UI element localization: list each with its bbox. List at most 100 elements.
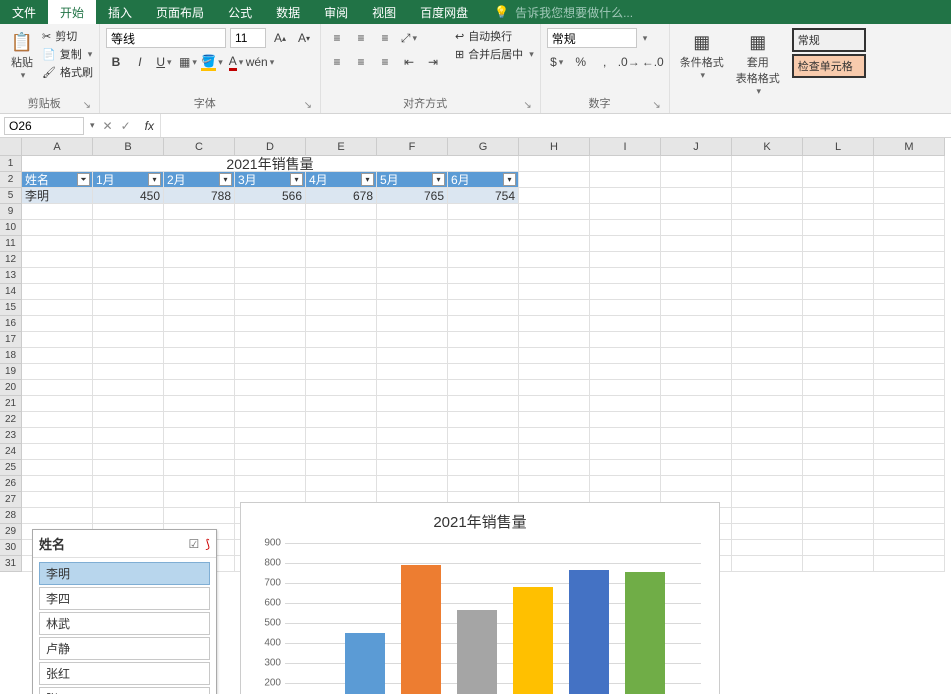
cell-A2[interactable]: 姓名⏷ — [22, 172, 93, 188]
cell-G24[interactable] — [448, 444, 519, 460]
cell-E18[interactable] — [306, 348, 377, 364]
cell-A23[interactable] — [22, 428, 93, 444]
cell-C9[interactable] — [164, 204, 235, 220]
cell-E11[interactable] — [306, 236, 377, 252]
cell-M23[interactable] — [874, 428, 945, 444]
cell-J1[interactable] — [661, 156, 732, 172]
cell-I13[interactable] — [590, 268, 661, 284]
align-middle-button[interactable]: ≡ — [351, 28, 371, 48]
cell-F20[interactable] — [377, 380, 448, 396]
cell-M1[interactable] — [874, 156, 945, 172]
cell-L5[interactable] — [803, 188, 874, 204]
merge-center-button[interactable]: ⊞合并后居中▾ — [455, 46, 534, 62]
cell-A21[interactable] — [22, 396, 93, 412]
row-head-22[interactable]: 22 — [0, 412, 22, 428]
cell-I10[interactable] — [590, 220, 661, 236]
col-head-F[interactable]: F — [377, 138, 448, 156]
col-head-G[interactable]: G — [448, 138, 519, 156]
cell-H5[interactable] — [519, 188, 590, 204]
cell-E14[interactable] — [306, 284, 377, 300]
cell-E20[interactable] — [306, 380, 377, 396]
cell-I26[interactable] — [590, 476, 661, 492]
cell-G21[interactable] — [448, 396, 519, 412]
dialog-launcher-icon[interactable]: ↘ — [652, 100, 660, 111]
cell-G22[interactable] — [448, 412, 519, 428]
cell-I25[interactable] — [590, 460, 661, 476]
cell-M10[interactable] — [874, 220, 945, 236]
cell-H23[interactable] — [519, 428, 590, 444]
cell-I9[interactable] — [590, 204, 661, 220]
cell-M5[interactable] — [874, 188, 945, 204]
cell-M29[interactable] — [874, 524, 945, 540]
cell-F18[interactable] — [377, 348, 448, 364]
cell-M9[interactable] — [874, 204, 945, 220]
cell-B5[interactable]: 450 — [93, 188, 164, 204]
cell-G25[interactable] — [448, 460, 519, 476]
cell-L16[interactable] — [803, 316, 874, 332]
cell-C25[interactable] — [164, 460, 235, 476]
comma-button[interactable]: , — [595, 52, 615, 72]
cell-M15[interactable] — [874, 300, 945, 316]
cell-H13[interactable] — [519, 268, 590, 284]
cell-L18[interactable] — [803, 348, 874, 364]
cell-A16[interactable] — [22, 316, 93, 332]
multi-select-icon[interactable]: ☑ — [189, 537, 200, 551]
cell-I16[interactable] — [590, 316, 661, 332]
filter-button[interactable]: ▾ — [219, 173, 232, 186]
row-head-19[interactable]: 19 — [0, 364, 22, 380]
cell-C2[interactable]: 2月▾ — [164, 172, 235, 188]
cell-A26[interactable] — [22, 476, 93, 492]
cell-C16[interactable] — [164, 316, 235, 332]
slicer-panel[interactable]: 姓名 ☑ ⟆ 李明李四林武卢静张红张三 — [32, 529, 217, 694]
cell-F22[interactable] — [377, 412, 448, 428]
format-as-table-button[interactable]: ▦ 套用 表格格式 ▾ — [732, 28, 784, 99]
cell-M24[interactable] — [874, 444, 945, 460]
cell-A14[interactable] — [22, 284, 93, 300]
cell-K14[interactable] — [732, 284, 803, 300]
cell-G15[interactable] — [448, 300, 519, 316]
cell-K22[interactable] — [732, 412, 803, 428]
cell-style-check[interactable]: 检查单元格 — [792, 54, 866, 78]
cell-K15[interactable] — [732, 300, 803, 316]
cell-B28[interactable] — [93, 508, 164, 524]
row-head-25[interactable]: 25 — [0, 460, 22, 476]
cell-D26[interactable] — [235, 476, 306, 492]
cell-G2[interactable]: 6月▾ — [448, 172, 519, 188]
cell-K5[interactable] — [732, 188, 803, 204]
row-head-13[interactable]: 13 — [0, 268, 22, 284]
cell-M11[interactable] — [874, 236, 945, 252]
cell-C12[interactable] — [164, 252, 235, 268]
filter-button[interactable]: ⏷ — [77, 173, 90, 186]
cell-A17[interactable] — [22, 332, 93, 348]
cell-B24[interactable] — [93, 444, 164, 460]
italic-button[interactable]: I — [130, 52, 150, 72]
cell-K20[interactable] — [732, 380, 803, 396]
cell-E23[interactable] — [306, 428, 377, 444]
cell-F5[interactable]: 765 — [377, 188, 448, 204]
decrease-decimal-button[interactable]: ←.0 — [643, 52, 663, 72]
phonetic-button[interactable]: wén▾ — [250, 52, 270, 72]
confirm-icon[interactable]: ✓ — [121, 119, 131, 133]
cell-M20[interactable] — [874, 380, 945, 396]
cell-E22[interactable] — [306, 412, 377, 428]
cell-H2[interactable] — [519, 172, 590, 188]
decrease-font-button[interactable]: A▾ — [294, 28, 314, 48]
cell-B27[interactable] — [93, 492, 164, 508]
filter-button[interactable]: ▾ — [148, 173, 161, 186]
cell-C21[interactable] — [164, 396, 235, 412]
cell-B13[interactable] — [93, 268, 164, 284]
cell-E10[interactable] — [306, 220, 377, 236]
cell-K1[interactable] — [732, 156, 803, 172]
cell-A20[interactable] — [22, 380, 93, 396]
cell-F13[interactable] — [377, 268, 448, 284]
cell-D20[interactable] — [235, 380, 306, 396]
chart-object[interactable]: 2021年销售量 李明 0100200300400500600700800900… — [240, 502, 720, 694]
cell-I22[interactable] — [590, 412, 661, 428]
row-head-21[interactable]: 21 — [0, 396, 22, 412]
cell-E26[interactable] — [306, 476, 377, 492]
cell-H25[interactable] — [519, 460, 590, 476]
cell-G13[interactable] — [448, 268, 519, 284]
cell-style-normal[interactable]: 常规 — [792, 28, 866, 52]
row-head-29[interactable]: 29 — [0, 524, 22, 540]
cell-C17[interactable] — [164, 332, 235, 348]
